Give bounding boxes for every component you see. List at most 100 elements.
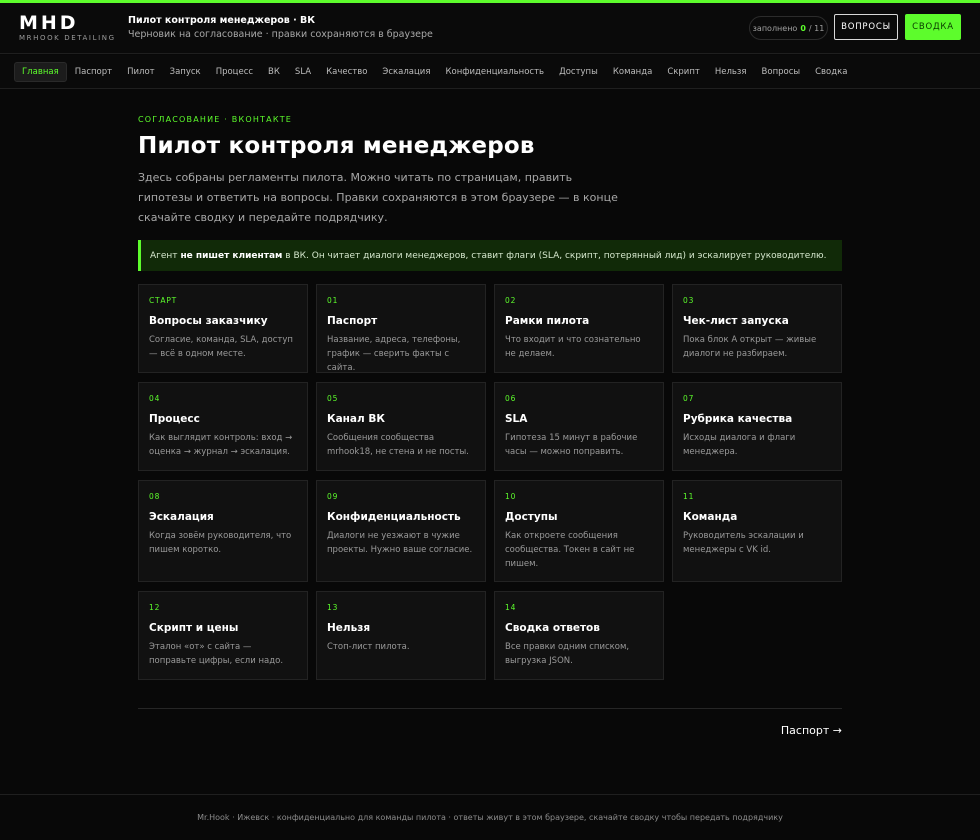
card-description: Руководитель эскалации и менеджеры с VK … bbox=[683, 531, 804, 555]
card-pilot-scope[interactable]: 02 Рамки пилота Что входит и что сознате… bbox=[494, 284, 664, 373]
nav-item-process[interactable]: Процесс bbox=[209, 63, 260, 81]
card-title: Паспорт bbox=[327, 315, 378, 327]
card-description: Что входит и что сознательно не делаем. bbox=[505, 335, 641, 359]
card-title: Сводка ответов bbox=[505, 622, 600, 634]
card-number: 03 bbox=[683, 296, 695, 305]
card-sla[interactable]: 06 SLA Гипотеза 15 минут в рабочие часы … bbox=[494, 382, 664, 471]
nav-item-forbidden[interactable]: Нельзя bbox=[708, 63, 754, 81]
notice-suffix: в ВК. Он читает диалоги менеджеров, став… bbox=[285, 250, 827, 261]
card-number: 10 bbox=[505, 492, 517, 501]
card-number: 12 bbox=[149, 603, 161, 612]
nav-item-script[interactable]: Скрипт bbox=[660, 63, 707, 81]
nav-item-privacy[interactable]: Конфиденциальность bbox=[438, 63, 551, 81]
progress-counter: заполнено 0 / 11 bbox=[749, 16, 828, 40]
nav-item-access[interactable]: Доступы bbox=[552, 63, 605, 81]
counter-filled: 0 bbox=[800, 23, 806, 33]
card-answers-summary[interactable]: 14 Сводка ответов Все правки одним списк… bbox=[494, 591, 664, 680]
app-header: MHD MRHOOK DETAILING Пилот контроля мене… bbox=[0, 3, 980, 54]
counter-label: заполнено bbox=[752, 23, 798, 33]
next-page-link[interactable]: Паспорт → bbox=[781, 724, 842, 737]
card-title: Команда bbox=[683, 511, 738, 523]
card-escalation[interactable]: 08 Эскалация Когда зовём руководителя, ч… bbox=[138, 480, 308, 582]
card-forbidden[interactable]: 13 Нельзя Стоп-лист пилота. bbox=[316, 591, 486, 680]
card-title: Процесс bbox=[149, 413, 200, 425]
nav-item-sla[interactable]: SLA bbox=[288, 63, 318, 81]
card-launch-checklist[interactable]: 03 Чек-лист запуска Пока блок А открыт —… bbox=[672, 284, 842, 373]
section-nav: Главная Паспорт Пилот Запуск Процесс ВК … bbox=[0, 55, 980, 89]
card-number: 02 bbox=[505, 296, 517, 305]
nav-item-vk[interactable]: ВК bbox=[261, 63, 287, 81]
card-title: Доступы bbox=[505, 511, 558, 523]
card-vk-channel[interactable]: 05 Канал ВК Сообщения сообщества mrhook1… bbox=[316, 382, 486, 471]
card-description: Название, адреса, телефоны, график — све… bbox=[327, 335, 461, 373]
card-quality-rubric[interactable]: 07 Рубрика качества Исходы диалога и фла… bbox=[672, 382, 842, 471]
card-description: Сообщения сообщества mrhook18, не стена … bbox=[327, 433, 469, 457]
card-title: SLA bbox=[505, 413, 528, 425]
page-title: Пилот контроля менеджеров bbox=[138, 133, 535, 159]
card-number: 04 bbox=[149, 394, 161, 403]
card-description: Согласие, команда, SLA, доступ — всё в о… bbox=[149, 335, 293, 359]
notice-prefix: Агент bbox=[150, 250, 178, 261]
card-description: Эталон «от» с сайта — поправьте цифры, е… bbox=[149, 642, 284, 666]
card-start[interactable]: СТАРТ Вопросы заказчику Согласие, команд… bbox=[138, 284, 308, 373]
card-number: 08 bbox=[149, 492, 161, 501]
nav-item-launch[interactable]: Запуск bbox=[163, 63, 208, 81]
card-description: Как откроете сообщения сообщества. Токен… bbox=[505, 531, 635, 569]
card-title: Эскалация bbox=[149, 511, 214, 523]
card-number: 13 bbox=[327, 603, 339, 612]
nav-item-escalation[interactable]: Эскалация bbox=[375, 63, 437, 81]
card-description: Диалоги не уезжают в чужие проекты. Нужн… bbox=[327, 531, 473, 555]
page-intro: Здесь собраны регламенты пилота. Можно ч… bbox=[138, 171, 618, 224]
card-access[interactable]: 10 Доступы Как откроете сообщения сообще… bbox=[494, 480, 664, 582]
nav-item-summary[interactable]: Сводка bbox=[808, 63, 854, 81]
card-number: СТАРТ bbox=[149, 296, 178, 305]
notice-bold: не пишет клиентам bbox=[180, 250, 283, 261]
card-number: 01 bbox=[327, 296, 339, 305]
logo[interactable]: MHD MRHOOK DETAILING bbox=[19, 13, 116, 42]
card-title: Скрипт и цены bbox=[149, 622, 239, 634]
card-title: Рубрика качества bbox=[683, 413, 793, 425]
card-title: Конфиденциальность bbox=[327, 511, 461, 523]
page-header-subtitle: Черновик на согласование · правки сохран… bbox=[128, 29, 433, 40]
card-team[interactable]: 11 Команда Руководитель эскалации и мене… bbox=[672, 480, 842, 582]
nav-item-pilot[interactable]: Пилот bbox=[120, 63, 162, 81]
notice-text: Агент не пишет клиентам в ВК. Он читает … bbox=[150, 251, 827, 261]
nav-item-questions[interactable]: Вопросы bbox=[755, 63, 808, 81]
card-description: Как выглядит контроль: вход → оценка → ж… bbox=[149, 433, 293, 457]
card-privacy[interactable]: 09 Конфиденциальность Диалоги не уезжают… bbox=[316, 480, 486, 582]
card-description: Исходы диалога и флаги менеджера. bbox=[683, 433, 796, 457]
card-description: Стоп-лист пилота. bbox=[327, 642, 410, 652]
card-process[interactable]: 04 Процесс Как выглядит контроль: вход →… bbox=[138, 382, 308, 471]
nav-item-quality[interactable]: Качество bbox=[319, 63, 374, 81]
card-number: 09 bbox=[327, 492, 339, 501]
logo-subtitle: MRHOOK DETAILING bbox=[19, 34, 116, 42]
questions-button[interactable]: ВОПРОСЫ bbox=[834, 14, 898, 40]
card-title: Вопросы заказчику bbox=[149, 315, 268, 327]
card-passport[interactable]: 01 Паспорт Название, адреса, телефоны, г… bbox=[316, 284, 486, 373]
card-description: Когда зовём руководителя, что пишем коро… bbox=[149, 531, 292, 555]
nav-item-team[interactable]: Команда bbox=[606, 63, 660, 81]
card-title: Канал ВК bbox=[327, 413, 385, 425]
page-eyebrow: СОГЛАСОВАНИЕ · ВКОНТАКТЕ bbox=[138, 115, 293, 124]
card-description: Все правки одним списком, выгрузка JSON. bbox=[505, 642, 630, 666]
card-number: 14 bbox=[505, 603, 517, 612]
footer-text: Mr.Hook · Ижевск · конфиденциально для к… bbox=[197, 813, 783, 822]
card-title: Чек-лист запуска bbox=[683, 315, 789, 327]
card-title: Рамки пилота bbox=[505, 315, 590, 327]
card-description: Пока блок А открыт — живые диалоги не ра… bbox=[683, 335, 817, 359]
summary-button[interactable]: СВОДКА bbox=[905, 14, 961, 40]
counter-total: / 11 bbox=[808, 23, 825, 33]
card-number: 05 bbox=[327, 394, 339, 403]
card-description: Гипотеза 15 минут в рабочие часы — можно… bbox=[505, 433, 638, 457]
card-script-prices[interactable]: 12 Скрипт и цены Эталон «от» с сайта — п… bbox=[138, 591, 308, 680]
nav-item-home[interactable]: Главная bbox=[14, 61, 67, 82]
nav-item-passport[interactable]: Паспорт bbox=[68, 63, 119, 81]
card-number: 07 bbox=[683, 394, 695, 403]
card-number: 06 bbox=[505, 394, 517, 403]
agent-notice: Агент не пишет клиентам в ВК. Он читает … bbox=[138, 240, 842, 271]
page-footer: Mr.Hook · Ижевск · конфиденциально для к… bbox=[0, 794, 980, 840]
logo-mark: MHD bbox=[19, 12, 79, 34]
page-header-title: Пилот контроля менеджеров · ВК bbox=[128, 15, 315, 26]
card-title: Нельзя bbox=[327, 622, 371, 634]
content-divider bbox=[138, 708, 842, 709]
